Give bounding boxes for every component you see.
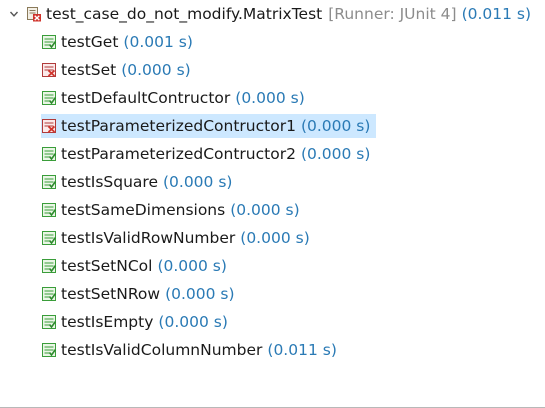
- test-case-name: testSetNCol: [61, 257, 153, 275]
- test-passed-icon: [41, 90, 57, 106]
- test-case-row[interactable]: testIsEmpty (0.000 s): [41, 310, 228, 334]
- test-case-row[interactable]: testParameterizedContructor1 (0.000 s): [41, 114, 377, 138]
- test-suite-time: (0.011 s): [461, 5, 532, 23]
- test-case-row[interactable]: testIsValidRowNumber (0.000 s): [41, 226, 310, 250]
- test-case-name: testIsSquare: [61, 173, 158, 191]
- test-case-row[interactable]: testParameterizedContructor2 (0.000 s): [41, 142, 370, 166]
- test-case-time: (0.000 s): [157, 257, 227, 275]
- test-passed-icon: [41, 258, 57, 274]
- test-case-name: testSetNRow: [61, 285, 161, 303]
- test-case-time: (0.000 s): [300, 145, 371, 163]
- test-case-time: (0.000 s): [165, 285, 235, 303]
- test-passed-icon: [41, 314, 57, 330]
- test-passed-icon: [41, 286, 57, 302]
- test-case-name: testParameterizedContructor2: [61, 145, 296, 163]
- junit-test-tree-panel: test_case_do_not_modify.MatrixTest [Runn…: [0, 0, 545, 408]
- chevron-down-icon[interactable]: [6, 2, 22, 26]
- test-case-row[interactable]: testIsSquare (0.000 s): [41, 170, 232, 194]
- test-case-time: (0.000 s): [121, 61, 191, 79]
- test-case-row[interactable]: testIsValidColumnNumber (0.011 s): [41, 338, 337, 362]
- test-case-name: testParameterizedContructor1: [61, 117, 296, 135]
- test-failed-icon: [41, 62, 57, 78]
- test-passed-icon: [41, 342, 57, 358]
- test-suite-row[interactable]: test_case_do_not_modify.MatrixTest [Runn…: [0, 2, 531, 26]
- test-case-name: testIsValidColumnNumber: [61, 341, 263, 359]
- test-case-row[interactable]: testSameDimensions (0.000 s): [41, 198, 300, 222]
- runner-label: [Runner: JUnit 4]: [328, 5, 457, 23]
- test-case-name: testIsValidRowNumber: [61, 229, 236, 247]
- test-failed-icon: [41, 118, 57, 134]
- test-passed-icon: [41, 230, 57, 246]
- test-case-name: testSet: [61, 61, 117, 79]
- test-case-name: testDefaultContructor: [61, 89, 231, 107]
- test-case-time: (0.000 s): [162, 173, 233, 191]
- test-suite-error-icon: [26, 6, 42, 22]
- test-case-name: testGet: [61, 33, 119, 51]
- test-case-row[interactable]: testDefaultContructor (0.000 s): [41, 86, 305, 110]
- test-case-time: (0.011 s): [267, 341, 337, 359]
- test-case-row[interactable]: testSetNCol (0.000 s): [41, 254, 227, 278]
- test-case-time: (0.000 s): [240, 229, 310, 247]
- test-passed-icon: [41, 174, 57, 190]
- test-case-time: (0.001 s): [123, 33, 193, 51]
- test-case-row[interactable]: testGet (0.001 s): [41, 30, 193, 54]
- test-suite-name: test_case_do_not_modify.MatrixTest: [46, 5, 323, 23]
- test-case-name: testSameDimensions: [61, 201, 226, 219]
- test-passed-icon: [41, 202, 57, 218]
- test-case-time: (0.000 s): [230, 201, 300, 219]
- test-case-time: (0.000 s): [235, 89, 305, 107]
- test-passed-icon: [41, 146, 57, 162]
- test-case-row[interactable]: testSetNRow (0.000 s): [41, 282, 235, 306]
- test-passed-icon: [41, 34, 57, 50]
- test-case-name: testIsEmpty: [61, 313, 154, 331]
- test-case-time: (0.000 s): [300, 117, 371, 135]
- test-case-row[interactable]: testSet (0.000 s): [41, 58, 191, 82]
- test-case-time: (0.000 s): [158, 313, 228, 331]
